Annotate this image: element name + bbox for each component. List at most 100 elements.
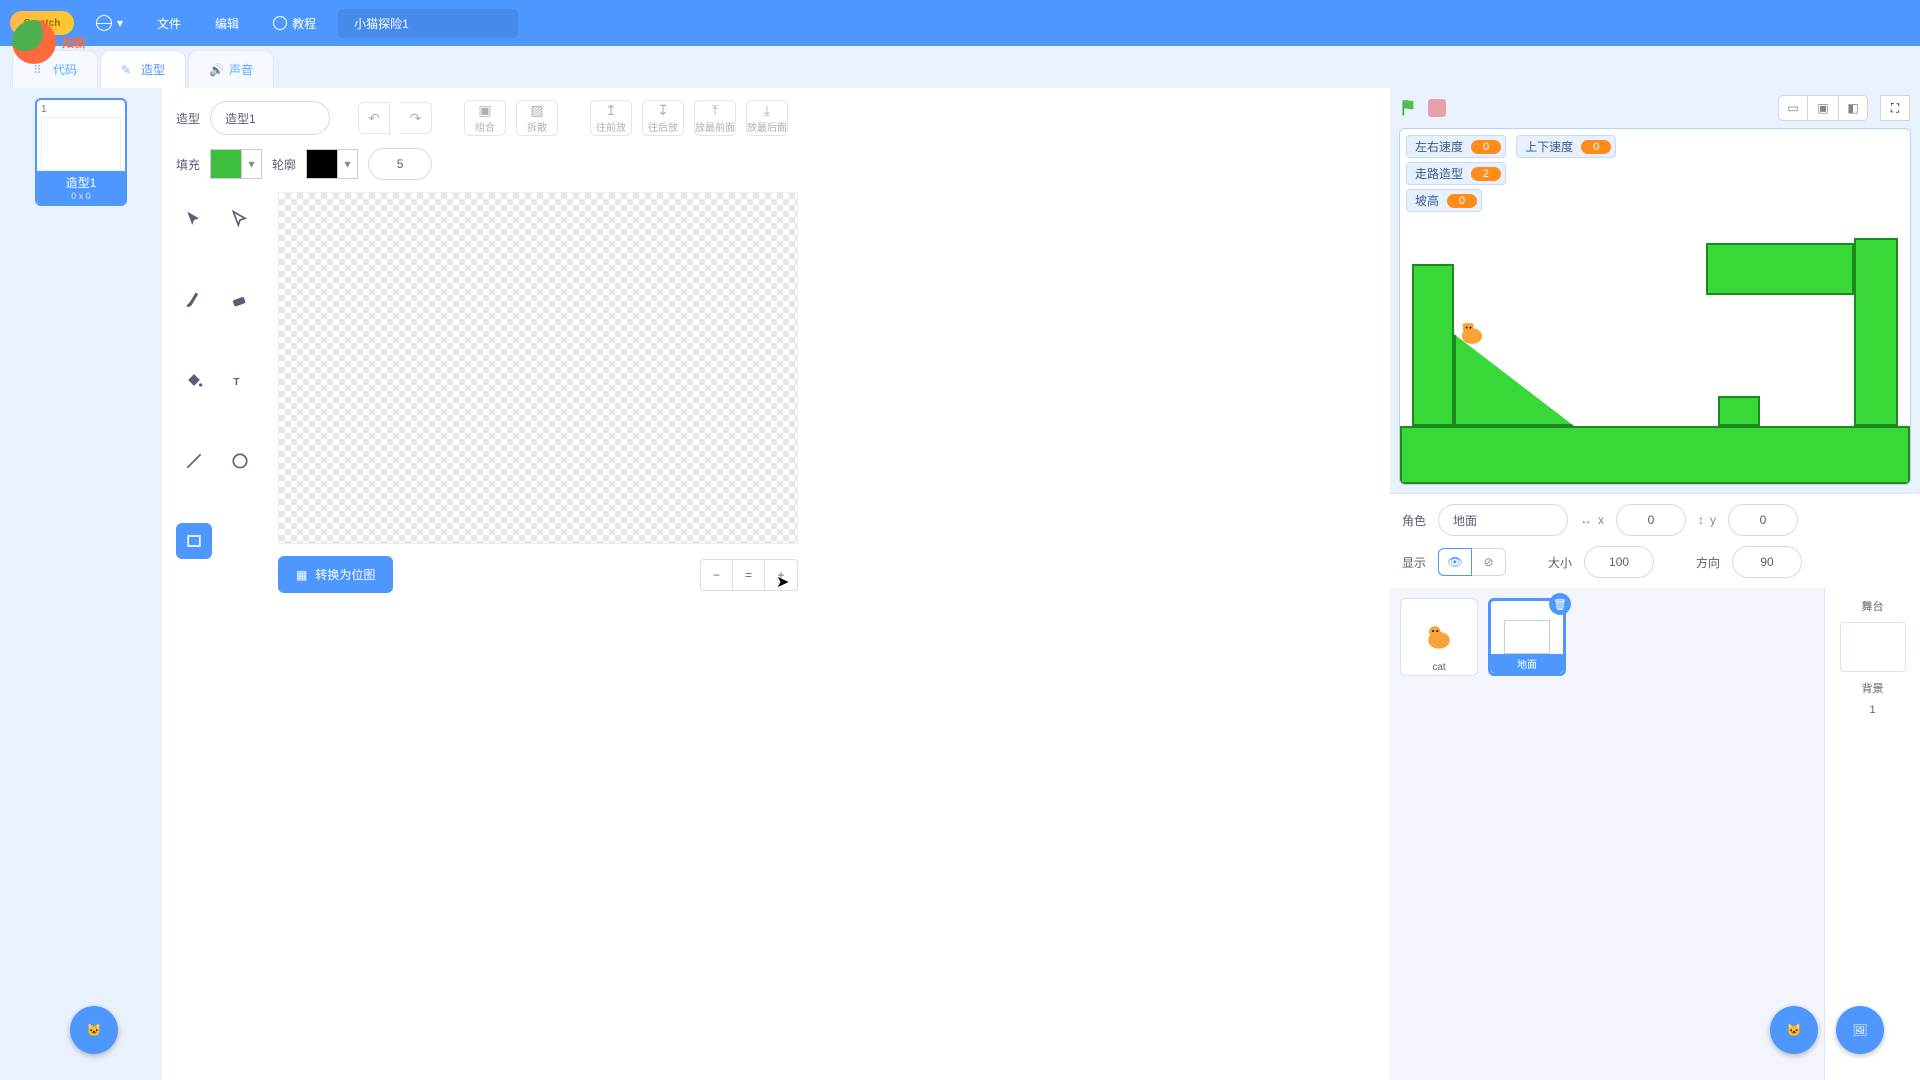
- chevron-down-icon: ▾: [338, 149, 358, 179]
- show-label: 显示: [1402, 554, 1426, 571]
- zoom-out-button[interactable]: −: [701, 560, 733, 590]
- monitor-vspeed[interactable]: 上下速度0: [1516, 135, 1616, 158]
- stage[interactable]: 左右速度0 上下速度0 走路造型2 坡高0: [1399, 128, 1911, 485]
- direction-label: 方向: [1696, 554, 1720, 571]
- fullscreen-button[interactable]: ⛶: [1880, 95, 1910, 121]
- add-costume-button[interactable]: 🐱: [70, 1006, 118, 1054]
- show-button[interactable]: 👁: [1438, 548, 1472, 576]
- green-flag-button[interactable]: [1400, 98, 1420, 118]
- scratch-logo: Scratch: [10, 11, 74, 35]
- sprite-label: 角色: [1402, 512, 1426, 529]
- eraser-tool[interactable]: [222, 282, 258, 318]
- add-backdrop-button[interactable]: 🖼: [1836, 1006, 1884, 1054]
- zoom-reset-button[interactable]: =: [733, 560, 765, 590]
- undo-button[interactable]: ↶: [358, 102, 390, 134]
- paint-tools: T: [176, 192, 260, 593]
- delete-sprite-button[interactable]: 🗑: [1549, 593, 1571, 615]
- backdrops-label: 背景: [1862, 680, 1884, 696]
- sounds-icon: 🔊: [209, 63, 223, 77]
- stage-title: 舞台: [1862, 598, 1884, 614]
- tab-costumes[interactable]: ✎造型: [100, 50, 186, 88]
- tab-code[interactable]: ⠿代码: [12, 50, 98, 88]
- language-menu[interactable]: ▾: [84, 9, 135, 37]
- hide-button[interactable]: ⊘: [1472, 548, 1506, 576]
- sprite-name-label: cat: [1401, 660, 1477, 675]
- image-plus-icon: 🖼: [1852, 1023, 1867, 1037]
- cat-plus-icon: 🐱: [87, 1023, 102, 1037]
- y-label: y: [1710, 513, 1716, 527]
- size-label: 大小: [1548, 554, 1572, 571]
- outline-color[interactable]: ▾: [306, 149, 358, 179]
- cat-sprite[interactable]: [1456, 319, 1488, 347]
- group-button[interactable]: ▣组合: [464, 100, 506, 136]
- outline-width-input[interactable]: [368, 148, 432, 180]
- paint-editor: 造型 ↶ ↷ ▣组合 ▨拆散 ↥往前放 ↧往后放 ⤒放最前面 ⤓放最后面 填充 …: [162, 88, 1390, 1080]
- convert-to-bitmap-button[interactable]: ▦ 转换为位图: [278, 556, 393, 593]
- costume-number: 1: [41, 104, 121, 115]
- sprite-name-label: 地面: [1491, 654, 1563, 673]
- sprite-name-input[interactable]: [1438, 504, 1568, 536]
- file-menu[interactable]: 文件: [145, 9, 193, 38]
- sprite-card-cat[interactable]: cat: [1400, 598, 1478, 676]
- add-sprite-button[interactable]: 🐱: [1770, 1006, 1818, 1054]
- redo-icon: ↷: [410, 111, 422, 125]
- stop-button[interactable]: [1428, 99, 1446, 117]
- sprite-info: 角色 ↔ x ↕ y 显示 👁 ⊘ 大小 方向: [1390, 493, 1920, 588]
- code-icon: ⠿: [33, 63, 47, 77]
- backdrops-count: 1: [1869, 704, 1875, 716]
- costume-footer: 造型1 0 x 0: [37, 171, 125, 204]
- bitmap-icon: ▦: [296, 568, 307, 582]
- brush-tool[interactable]: [176, 282, 212, 318]
- tutorials-menu[interactable]: 教程: [261, 9, 328, 38]
- y-input[interactable]: [1728, 504, 1798, 536]
- fill-tool[interactable]: [176, 362, 212, 398]
- x-label: x: [1598, 513, 1604, 527]
- front-button[interactable]: ⤒放最前面: [694, 100, 736, 136]
- fill-label: 填充: [176, 156, 200, 173]
- ungroup-button[interactable]: ▨拆散: [516, 100, 558, 136]
- direction-input[interactable]: [1732, 546, 1802, 578]
- costume-thumb-1[interactable]: 1 造型1 0 x 0: [35, 98, 127, 206]
- select-tool[interactable]: [176, 202, 212, 238]
- redo-button[interactable]: ↷: [400, 102, 432, 134]
- undo-icon: ↶: [368, 111, 380, 125]
- bulb-icon: [273, 16, 287, 30]
- project-title-input[interactable]: 小猫探险1: [338, 9, 518, 38]
- line-tool[interactable]: [176, 443, 212, 479]
- xy-icon: ↕: [1698, 513, 1704, 527]
- globe-icon: [96, 15, 112, 31]
- stage-thumbnail: [1840, 622, 1906, 672]
- backward-button[interactable]: ↧往后放: [642, 100, 684, 136]
- reshape-tool[interactable]: [222, 202, 258, 238]
- rect-tool[interactable]: [176, 523, 212, 559]
- stage-selector[interactable]: 舞台 背景 1: [1824, 588, 1920, 1080]
- forward-button[interactable]: ↥往前放: [590, 100, 632, 136]
- sprite-card-ground[interactable]: 🗑 地面: [1488, 598, 1566, 676]
- tutorials-label: 教程: [292, 15, 316, 32]
- zoom-controls: − = +: [700, 559, 798, 591]
- sprite-list: cat 🗑 地面: [1390, 588, 1824, 1080]
- costume-dims: 0 x 0: [37, 191, 125, 201]
- menu-bar: Scratch ▾ 文件 编辑 教程 小猫探险1: [0, 0, 1920, 46]
- x-input[interactable]: [1616, 504, 1686, 536]
- costume-name-input[interactable]: [210, 101, 330, 135]
- costume-label: 造型: [176, 110, 200, 127]
- unknown-stage-button[interactable]: ◧: [1838, 95, 1868, 121]
- monitor-slope[interactable]: 坡高0: [1406, 189, 1482, 212]
- xy-icon: ↔: [1580, 513, 1592, 527]
- outline-label: 轮廓: [272, 156, 296, 173]
- large-stage-button[interactable]: ▣: [1808, 95, 1838, 121]
- tab-sounds[interactable]: 🔊声音: [188, 50, 274, 88]
- edit-menu[interactable]: 编辑: [203, 9, 251, 38]
- small-stage-button[interactable]: ▭: [1778, 95, 1808, 121]
- text-tool[interactable]: T: [222, 362, 258, 398]
- monitor-walk[interactable]: 走路造型2: [1406, 162, 1506, 185]
- costumes-icon: ✎: [121, 63, 135, 77]
- circle-tool[interactable]: [222, 443, 258, 479]
- back-button[interactable]: ⤓放最后面: [746, 100, 788, 136]
- zoom-in-button[interactable]: +: [765, 560, 797, 590]
- monitor-hspeed[interactable]: 左右速度0: [1406, 135, 1506, 158]
- fill-color[interactable]: ▾: [210, 149, 262, 179]
- paint-canvas[interactable]: [278, 192, 798, 544]
- size-input[interactable]: [1584, 546, 1654, 578]
